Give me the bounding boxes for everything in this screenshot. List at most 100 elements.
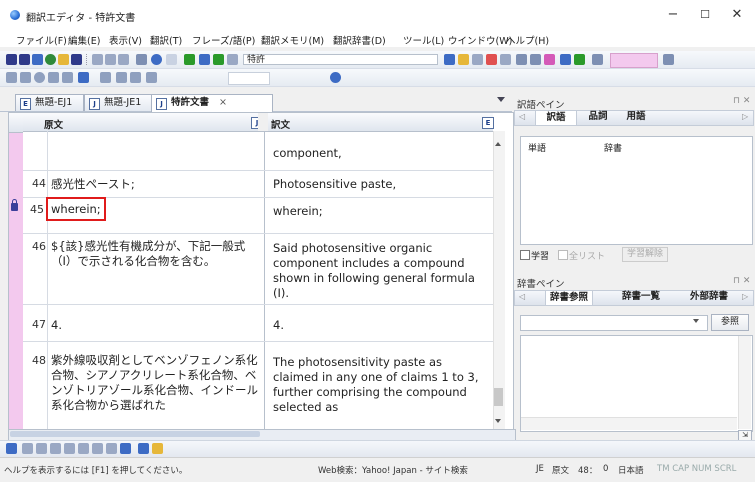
- learn-cancel-button[interactable]: 学習解除: [622, 247, 668, 262]
- pane-toggle-icon[interactable]: [663, 54, 674, 65]
- horizontal-scroll-thumb[interactable]: [10, 431, 260, 437]
- tab-untitled-je1[interactable]: J 無題-JE1: [84, 94, 152, 111]
- target-text-row-43[interactable]: component,: [273, 146, 342, 161]
- tab-external-dictionary[interactable]: 外部辞書: [686, 290, 732, 304]
- undo-icon[interactable]: [136, 54, 147, 65]
- register-word-icon[interactable]: [458, 54, 469, 65]
- menu-translation-memory[interactable]: 翻訳メモリ(M): [261, 33, 324, 47]
- tab-list-dropdown-icon[interactable]: [497, 97, 505, 102]
- stop-icon[interactable]: [227, 54, 238, 65]
- segment-split-icon[interactable]: [78, 443, 89, 454]
- back-icon[interactable]: [6, 72, 17, 83]
- menu-translate[interactable]: 翻訳(T): [150, 33, 182, 47]
- compare-icon[interactable]: [530, 54, 541, 65]
- tab-scroll-right-icon[interactable]: ▷: [742, 112, 748, 121]
- sync-icon[interactable]: [574, 54, 585, 65]
- target-text-row-46[interactable]: Said photosensitive organic component in…: [273, 241, 483, 301]
- new-document-icon[interactable]: [6, 54, 17, 65]
- vertical-scroll-thumb[interactable]: [494, 388, 503, 406]
- menu-tools[interactable]: ツール(L): [403, 33, 444, 47]
- tab-close-icon[interactable]: ×: [219, 97, 227, 108]
- tab-terms[interactable]: 用語: [618, 110, 654, 124]
- new-je-document-icon[interactable]: [19, 54, 30, 65]
- source-text-row-48[interactable]: 紫外線吸収剤としてベンゾフェノン系化合物、シアノアクリレート系化合物、ベンゾトリ…: [51, 353, 263, 428]
- source-text-row-46[interactable]: ${該}感光性有機成分が、下記一般式（I）で示される化合物を含む。: [51, 239, 261, 269]
- target-text-row-48[interactable]: The photosensitivity paste as claimed in…: [273, 355, 485, 428]
- memory-icon[interactable]: [472, 54, 483, 65]
- open-icon[interactable]: [32, 54, 43, 65]
- menu-file[interactable]: ファイル(F): [16, 33, 67, 47]
- tab-scroll-left-icon[interactable]: ◁: [519, 112, 525, 121]
- tab-part-of-speech[interactable]: 品詞: [580, 110, 616, 124]
- dictionary-vertical-scrollbar[interactable]: [738, 336, 751, 429]
- all-list-checkbox[interactable]: [558, 250, 568, 260]
- dictionary-search-input[interactable]: [520, 315, 708, 331]
- history-icon[interactable]: [130, 72, 141, 83]
- column-splitter[interactable]: [258, 113, 268, 132]
- target-text-row-44[interactable]: Photosensitive paste,: [273, 177, 396, 192]
- editor-vertical-scrollbar[interactable]: [493, 131, 505, 429]
- translation-word-list[interactable]: [520, 136, 753, 245]
- stop-load-icon[interactable]: [48, 72, 59, 83]
- minimize-button[interactable]: −: [658, 6, 688, 24]
- segment-apply-icon[interactable]: [120, 443, 131, 454]
- pane-pin-close-icon[interactable]: ⊓ ✕: [733, 96, 750, 106]
- tab-dictionary-reference[interactable]: 辞書参照: [545, 290, 593, 306]
- menu-help[interactable]: ヘルプ(H): [506, 33, 549, 47]
- segment-icon[interactable]: [22, 443, 33, 454]
- translate-all-icon[interactable]: [184, 54, 195, 65]
- segment-copy-icon[interactable]: [106, 443, 117, 454]
- translate-sentence-icon[interactable]: [199, 54, 210, 65]
- tab-translation-words[interactable]: 訳語: [535, 110, 577, 126]
- scroll-up-icon[interactable]: [495, 142, 501, 146]
- menu-translation-dictionary[interactable]: 翻訳辞書(D): [333, 33, 386, 47]
- favorite-icon[interactable]: [544, 54, 555, 65]
- tab-dictionary-list[interactable]: 辞書一覧: [618, 290, 664, 304]
- source-text-row-47[interactable]: 4.: [51, 318, 62, 333]
- settings-icon[interactable]: [146, 72, 157, 83]
- learn-checkbox[interactable]: [520, 250, 530, 260]
- font-icon[interactable]: [62, 72, 73, 83]
- dictionary-pane-pin-close-icon[interactable]: ⊓ ✕: [733, 276, 750, 286]
- reference-icon[interactable]: [516, 54, 527, 65]
- segment-next-icon[interactable]: [50, 443, 61, 454]
- dictionary-reference-button[interactable]: 参照: [711, 314, 749, 331]
- translate-from-cursor-icon[interactable]: [213, 54, 224, 65]
- bookmark-icon[interactable]: [116, 72, 127, 83]
- copy-icon[interactable]: [105, 54, 116, 65]
- segment-lock-icon[interactable]: [92, 443, 103, 454]
- segment-prev-icon[interactable]: [36, 443, 47, 454]
- menu-window[interactable]: ウインドウ(W): [448, 33, 512, 47]
- search-box[interactable]: 特許: [243, 54, 438, 65]
- tab-patent-document[interactable]: J 特許文書 ×: [151, 94, 273, 112]
- tab-untitled-ej1[interactable]: E 無題-EJ1: [15, 94, 84, 111]
- mark-icon[interactable]: [486, 54, 497, 65]
- dictionary-lookup-icon[interactable]: [444, 54, 455, 65]
- paste-icon[interactable]: [118, 54, 129, 65]
- maximize-button[interactable]: ☐: [690, 6, 720, 24]
- play-icon[interactable]: [100, 72, 111, 83]
- close-button[interactable]: ✕: [722, 6, 752, 24]
- dict-tab-scroll-right-icon[interactable]: ▷: [742, 292, 748, 301]
- search-go-icon[interactable]: [330, 72, 341, 83]
- save-icon[interactable]: [71, 54, 82, 65]
- refresh-icon[interactable]: [34, 72, 45, 83]
- segment-merge-icon[interactable]: [64, 443, 75, 454]
- target-text-row-47[interactable]: 4.: [273, 318, 284, 333]
- target-text-row-45[interactable]: wherein;: [273, 204, 323, 219]
- highlight-icon[interactable]: [152, 443, 163, 454]
- dict-tab-scroll-left-icon[interactable]: ◁: [519, 292, 525, 301]
- alert-icon[interactable]: [6, 443, 17, 454]
- cut-icon[interactable]: [92, 54, 103, 65]
- mode-toggle-group[interactable]: [610, 53, 658, 68]
- menu-phrase[interactable]: フレーズ/語(P): [192, 33, 255, 47]
- dictionary-dropdown-icon[interactable]: [693, 319, 699, 323]
- layout-icon[interactable]: [592, 54, 603, 65]
- target-language-icon[interactable]: E: [482, 117, 494, 129]
- source-text-row-44[interactable]: 感光性ペースト;: [51, 177, 135, 192]
- menu-edit[interactable]: 編集(E): [68, 33, 100, 47]
- filter-icon[interactable]: [560, 54, 571, 65]
- font-style-icon[interactable]: [138, 443, 149, 454]
- scroll-down-icon[interactable]: [495, 419, 501, 423]
- home-icon[interactable]: [78, 72, 89, 83]
